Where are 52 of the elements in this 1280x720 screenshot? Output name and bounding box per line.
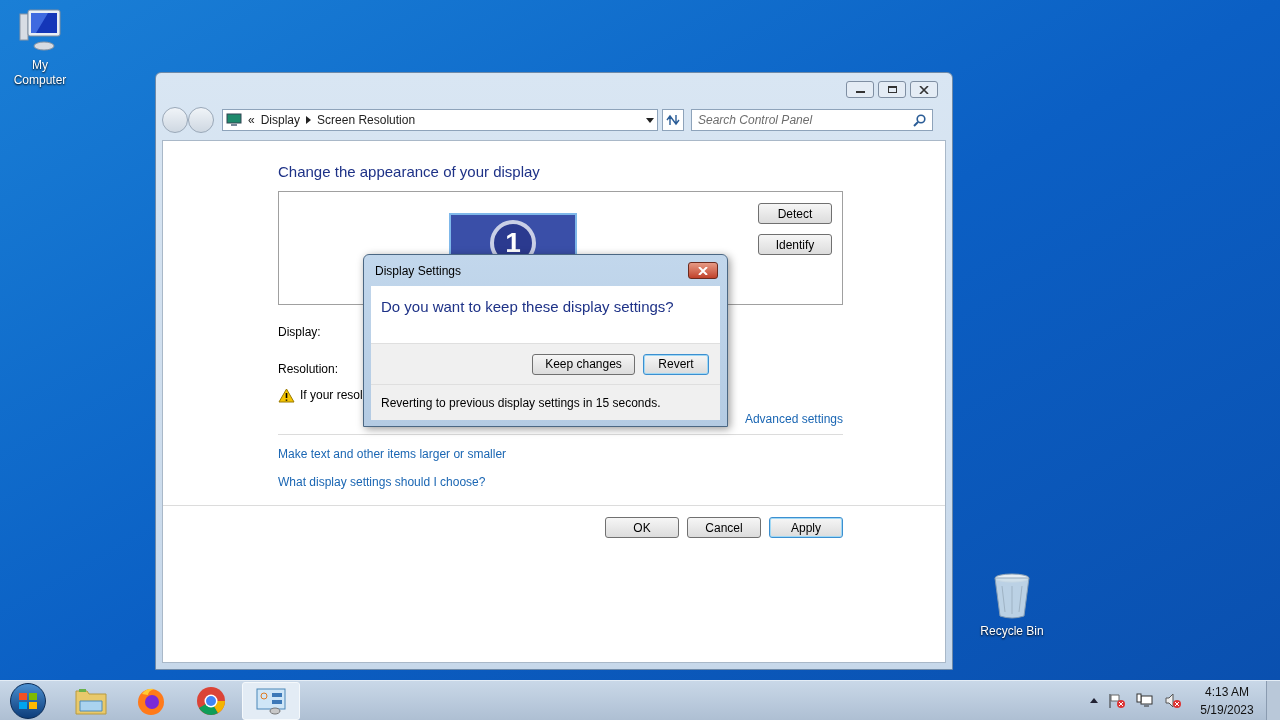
close-icon (698, 266, 708, 275)
computer-icon (16, 8, 64, 54)
close-button[interactable] (910, 81, 938, 98)
dialog-title: Display Settings (375, 262, 462, 280)
window-button[interactable]: Identify (758, 234, 832, 255)
clock-date[interactable]: 5/19/2023 (1200, 700, 1254, 719)
display-settings-icon (255, 686, 287, 715)
refresh-icon (666, 114, 680, 126)
warning-text: If your resol (300, 387, 363, 404)
separator-arrow-icon (306, 116, 312, 124)
close-icon (919, 85, 929, 94)
desktop-icon-label[interactable]: My Computer (5, 58, 75, 88)
help-link[interactable]: Make text and other items larger or smaller (278, 445, 843, 463)
address-bar[interactable]: « Display Screen Resolution (222, 109, 658, 131)
start-button[interactable] (10, 682, 46, 719)
flag-error-icon[interactable] (1108, 692, 1126, 709)
maximize-button[interactable] (878, 81, 906, 98)
desktop-icon-label[interactable]: Recycle Bin (977, 624, 1047, 639)
search-input: Search Control Panel (698, 111, 913, 129)
overflow-chevron[interactable]: « (248, 111, 255, 129)
advanced-settings-link[interactable]: Advanced settings (744, 410, 843, 428)
dialog-button[interactable]: Revert (643, 353, 709, 375)
chrome-icon (196, 685, 226, 716)
dialog-button[interactable]: Cancel (687, 517, 761, 538)
dialog-question: Do you want to keep these display settings? (381, 298, 674, 315)
network-icon[interactable] (1136, 692, 1154, 709)
breadcrumb[interactable]: Display (260, 111, 301, 129)
help-link[interactable]: What display settings should I choose? (278, 473, 843, 491)
countdown-text: Reverting to previous display settings in 15 seconds. (381, 394, 661, 412)
close-button[interactable] (688, 262, 718, 279)
dialog-button[interactable]: Apply (769, 517, 843, 538)
field-label: Resolution: (278, 361, 339, 378)
windows-logo-icon (18, 691, 38, 710)
folder-icon (75, 686, 107, 715)
search-field[interactable]: Search Control Panel (691, 109, 933, 131)
search-icon (913, 113, 926, 127)
recycle-bin-icon (992, 572, 1032, 620)
speaker-muted-icon[interactable] (1164, 692, 1182, 709)
minimize-button[interactable] (846, 81, 874, 98)
show-hidden-icons-icon[interactable] (1090, 698, 1098, 703)
clock-time[interactable]: 4:13 AM (1205, 682, 1249, 701)
warning-icon (278, 387, 295, 403)
monitor-icon (226, 113, 242, 127)
dialog-button[interactable]: OK (605, 517, 679, 538)
dialog-button[interactable]: Keep changes (532, 353, 635, 375)
refresh-button[interactable] (662, 109, 684, 131)
field-label: Display: (278, 324, 321, 341)
dropdown-arrow-icon (646, 117, 654, 123)
taskbar-app-button[interactable] (242, 681, 300, 720)
page-heading: Change the appearance of your display (278, 162, 541, 181)
window-button[interactable]: Detect (758, 203, 832, 224)
breadcrumb[interactable]: Screen Resolution (317, 111, 416, 129)
